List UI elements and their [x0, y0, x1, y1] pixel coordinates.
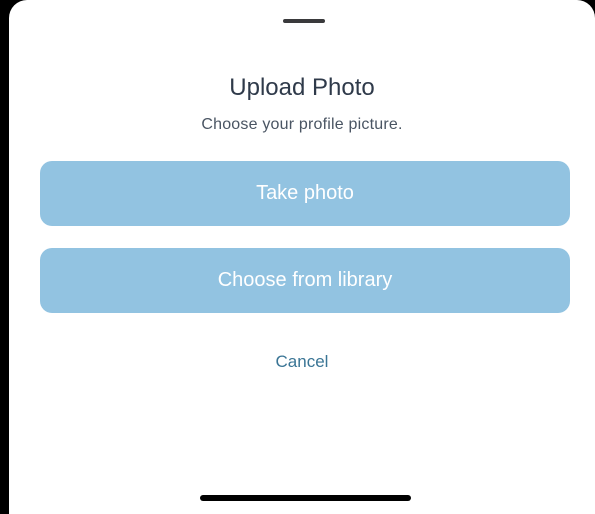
bottom-sheet: Upload Photo Choose your profile picture… [9, 0, 595, 514]
choose-from-library-button-label: Choose from library [217, 269, 393, 291]
cancel-button[interactable]: Cancel [9, 352, 595, 372]
take-photo-button[interactable]: Take photo [40, 161, 570, 226]
sheet-title: Upload Photo [229, 74, 375, 101]
choose-from-library-button[interactable]: Choose from library [40, 248, 570, 313]
home-indicator [200, 495, 411, 501]
take-photo-button-label: Take photo [256, 182, 354, 204]
sheet-grabber-handle[interactable] [283, 19, 325, 23]
sheet-subtitle: Choose your profile picture. [201, 116, 403, 133]
